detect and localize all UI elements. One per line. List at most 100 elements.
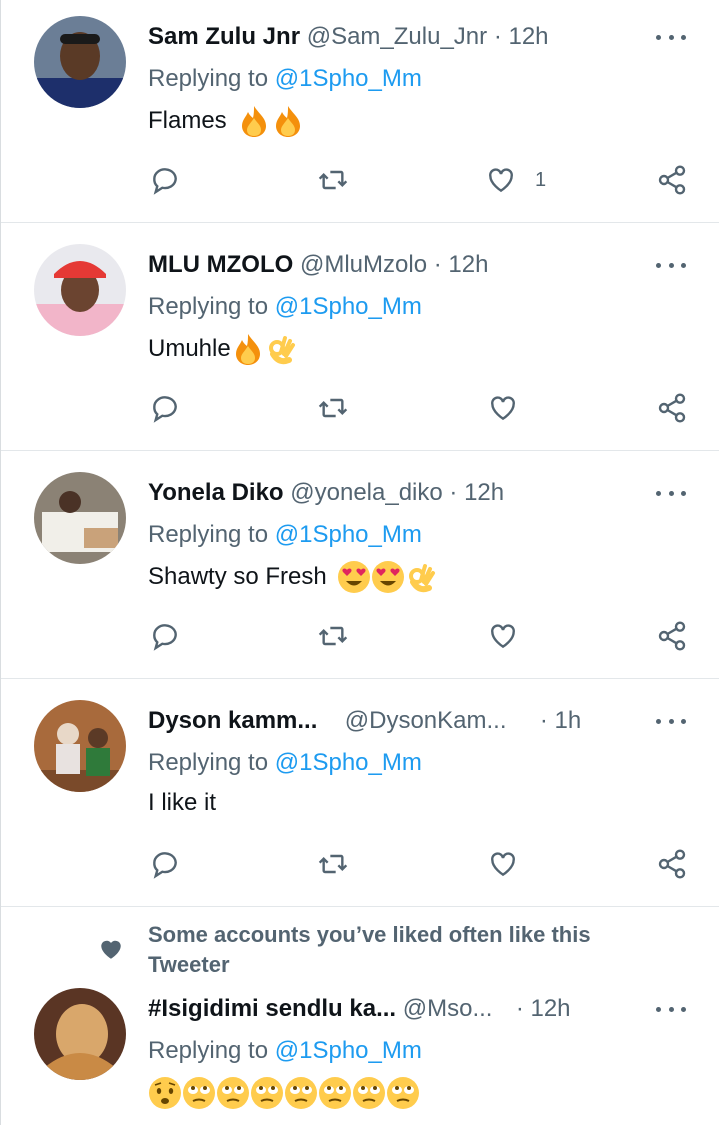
replying-label: Replying to (148, 293, 269, 320)
timestamp[interactable]: · 12h (516, 995, 571, 1022)
share-button[interactable] (656, 844, 688, 884)
more-options-icon[interactable] (656, 999, 686, 1019)
replying-to: Replying to @1Spho_Mm (148, 1036, 422, 1066)
user-handle[interactable]: @Sam_Zulu_Jnr (307, 23, 487, 50)
user-handle[interactable]: @MluMzolo (300, 251, 427, 278)
tweet-text: Flames (148, 104, 305, 138)
avatar[interactable] (34, 472, 126, 564)
retweet-icon (318, 170, 348, 190)
reply-tweet[interactable]: Dyson kamm... @DysonKam... · 1h Replying… (1, 678, 719, 907)
tweet-text (148, 1076, 420, 1110)
tweet-actions (1, 844, 719, 884)
timestamp[interactable]: · 12h (494, 23, 549, 50)
replying-label: Replying to (148, 749, 269, 776)
anxious-face-emoji (148, 1076, 182, 1110)
like-button[interactable] (487, 844, 519, 884)
heart-eyes-emoji (371, 560, 405, 594)
retweet-icon (318, 854, 348, 874)
like-button[interactable]: 1 (485, 160, 546, 200)
tweet-actions (1, 616, 719, 656)
replying-to: Replying to @1Spho_Mm (148, 64, 422, 94)
mention-link[interactable]: @1Spho_Mm (275, 1037, 422, 1064)
more-options-icon[interactable] (656, 711, 686, 731)
tweet-text: Umuhle (148, 332, 299, 366)
eye-roll-emoji (250, 1076, 284, 1110)
timestamp[interactable]: · 12h (434, 251, 489, 278)
share-button[interactable] (656, 388, 688, 428)
retweet-button[interactable] (317, 844, 349, 884)
like-button[interactable] (487, 388, 519, 428)
reply-icon (153, 624, 177, 651)
tweet-header: Yonela Diko @yonela_diko · 12h (148, 478, 504, 508)
display-name[interactable]: Dyson kamm... (148, 707, 317, 734)
ok-hand-emoji (265, 332, 299, 366)
mention-link[interactable]: @1Spho_Mm (275, 521, 422, 548)
mention-link[interactable]: @1Spho_Mm (275, 293, 422, 320)
reply-button[interactable] (149, 616, 181, 656)
tweet-text-content: Umuhle (148, 335, 231, 362)
tweet-text-content: I like it (148, 789, 217, 816)
user-handle[interactable]: @Mso... (403, 995, 493, 1022)
avatar[interactable] (34, 16, 126, 108)
retweet-button[interactable] (317, 616, 349, 656)
reply-icon (153, 168, 177, 195)
tweet-header: Dyson kamm... @DysonKam... · 1h (148, 706, 581, 736)
more-options-icon[interactable] (656, 27, 686, 47)
like-count: 1 (535, 168, 547, 191)
display-name[interactable]: #Isigidimi sendlu ka... (148, 995, 396, 1022)
retweet-icon (318, 398, 348, 418)
retweet-button[interactable] (317, 388, 349, 428)
heart-icon (491, 624, 515, 649)
reply-icon (153, 852, 177, 879)
replying-label: Replying to (148, 1037, 269, 1064)
share-icon (658, 165, 686, 195)
replying-label: Replying to (148, 521, 269, 548)
user-handle[interactable]: @DysonKam... (345, 707, 507, 734)
reply-tweet[interactable]: #Isigidimi sendlu ka... @Mso... · 12h Re… (1, 980, 719, 1125)
mention-link[interactable]: @1Spho_Mm (275, 65, 422, 92)
more-options-icon[interactable] (656, 483, 686, 503)
heart-icon (489, 168, 513, 193)
fire-emoji (271, 104, 305, 138)
tweet-header: Sam Zulu Jnr @Sam_Zulu_Jnr · 12h (148, 22, 549, 52)
reply-button[interactable] (149, 160, 181, 200)
social-context-text: Some accounts you’ve liked often like th… (148, 922, 591, 977)
reply-icon (153, 396, 177, 423)
ok-hand-emoji (405, 560, 439, 594)
eye-roll-emoji (216, 1076, 250, 1110)
replying-label: Replying to (148, 65, 269, 92)
replying-to: Replying to @1Spho_Mm (148, 520, 422, 550)
user-handle[interactable]: @yonela_diko (290, 479, 442, 506)
heart-icon (491, 852, 515, 877)
heart-filled-icon (101, 940, 121, 959)
avatar[interactable] (34, 700, 126, 792)
timestamp[interactable]: · 1h (540, 707, 581, 734)
timestamp[interactable]: · 12h (449, 479, 504, 506)
reply-button[interactable] (149, 844, 181, 884)
retweet-button[interactable] (317, 160, 349, 200)
avatar[interactable] (34, 244, 126, 336)
eye-roll-emoji (386, 1076, 420, 1110)
heart-eyes-emoji (337, 560, 371, 594)
display-name[interactable]: Yonela Diko (148, 479, 284, 506)
mention-link[interactable]: @1Spho_Mm (275, 749, 422, 776)
reply-button[interactable] (149, 388, 181, 428)
like-button[interactable] (487, 616, 519, 656)
reply-tweet[interactable]: Yonela Diko @yonela_diko · 12h Replying … (1, 450, 719, 679)
share-button[interactable] (656, 160, 688, 200)
more-options-icon[interactable] (656, 255, 686, 275)
tweet-actions (1, 388, 719, 428)
share-icon (658, 849, 686, 879)
share-icon (658, 393, 686, 423)
tweet-actions: 1 (1, 160, 719, 200)
display-name[interactable]: MLU MZOLO (148, 251, 293, 278)
display-name[interactable]: Sam Zulu Jnr (148, 23, 300, 50)
tweet-header: MLU MZOLO @MluMzolo · 12h (148, 250, 488, 280)
replying-to: Replying to @1Spho_Mm (148, 748, 422, 778)
avatar[interactable] (34, 988, 126, 1080)
share-button[interactable] (656, 616, 688, 656)
heart-icon (491, 396, 515, 421)
tweet-text: I like it (148, 788, 216, 818)
reply-tweet[interactable]: Sam Zulu Jnr @Sam_Zulu_Jnr · 12h Replyin… (1, 0, 719, 223)
reply-tweet[interactable]: MLU MZOLO @MluMzolo · 12h Replying to @1… (1, 222, 719, 451)
